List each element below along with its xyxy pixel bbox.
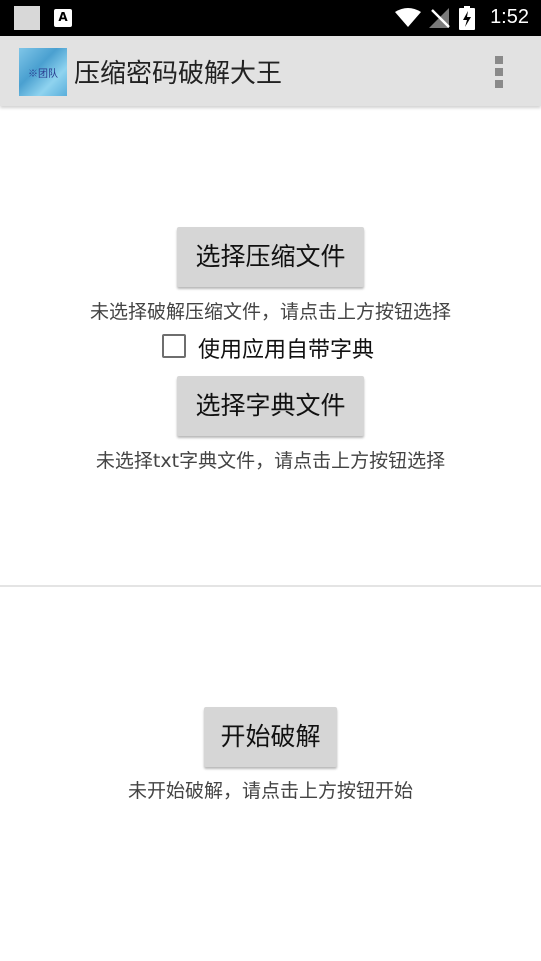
no-signal-icon	[429, 8, 450, 28]
notification-placeholder-icon	[14, 6, 40, 30]
app-title: 压缩密码破解大王	[74, 59, 283, 89]
dictionary-status-text: 未选择txt字典文件，请点击上方按钮选择	[95, 450, 446, 472]
logo-text: ※团队	[28, 69, 58, 80]
divider	[0, 585, 541, 587]
notification-a-icon: A	[54, 9, 72, 27]
screen: A 1:52 ※团队 压缩密码破解大王 选择压缩文件 未选择破解压缩文件，请点击…	[0, 0, 541, 961]
clock: 1:52	[490, 6, 529, 28]
crack-status-text: 未开始破解，请点击上方按钮开始	[127, 780, 413, 802]
overflow-menu-icon[interactable]	[487, 54, 511, 90]
app-bar: ※团队 压缩密码破解大王	[0, 36, 541, 106]
builtin-dictionary-checkbox[interactable]	[162, 334, 186, 358]
start-crack-button[interactable]: 开始破解	[204, 707, 337, 767]
wifi-icon	[395, 8, 421, 27]
select-dictionary-button[interactable]: 选择字典文件	[177, 376, 364, 436]
builtin-dictionary-label: 使用应用自带字典	[198, 338, 375, 363]
app-logo: ※团队	[19, 48, 67, 96]
archive-status-text: 未选择破解压缩文件，请点击上方按钮选择	[89, 301, 451, 323]
battery-charging-icon	[459, 6, 475, 30]
select-archive-button[interactable]: 选择压缩文件	[177, 227, 364, 287]
status-bar: A 1:52	[0, 0, 541, 36]
